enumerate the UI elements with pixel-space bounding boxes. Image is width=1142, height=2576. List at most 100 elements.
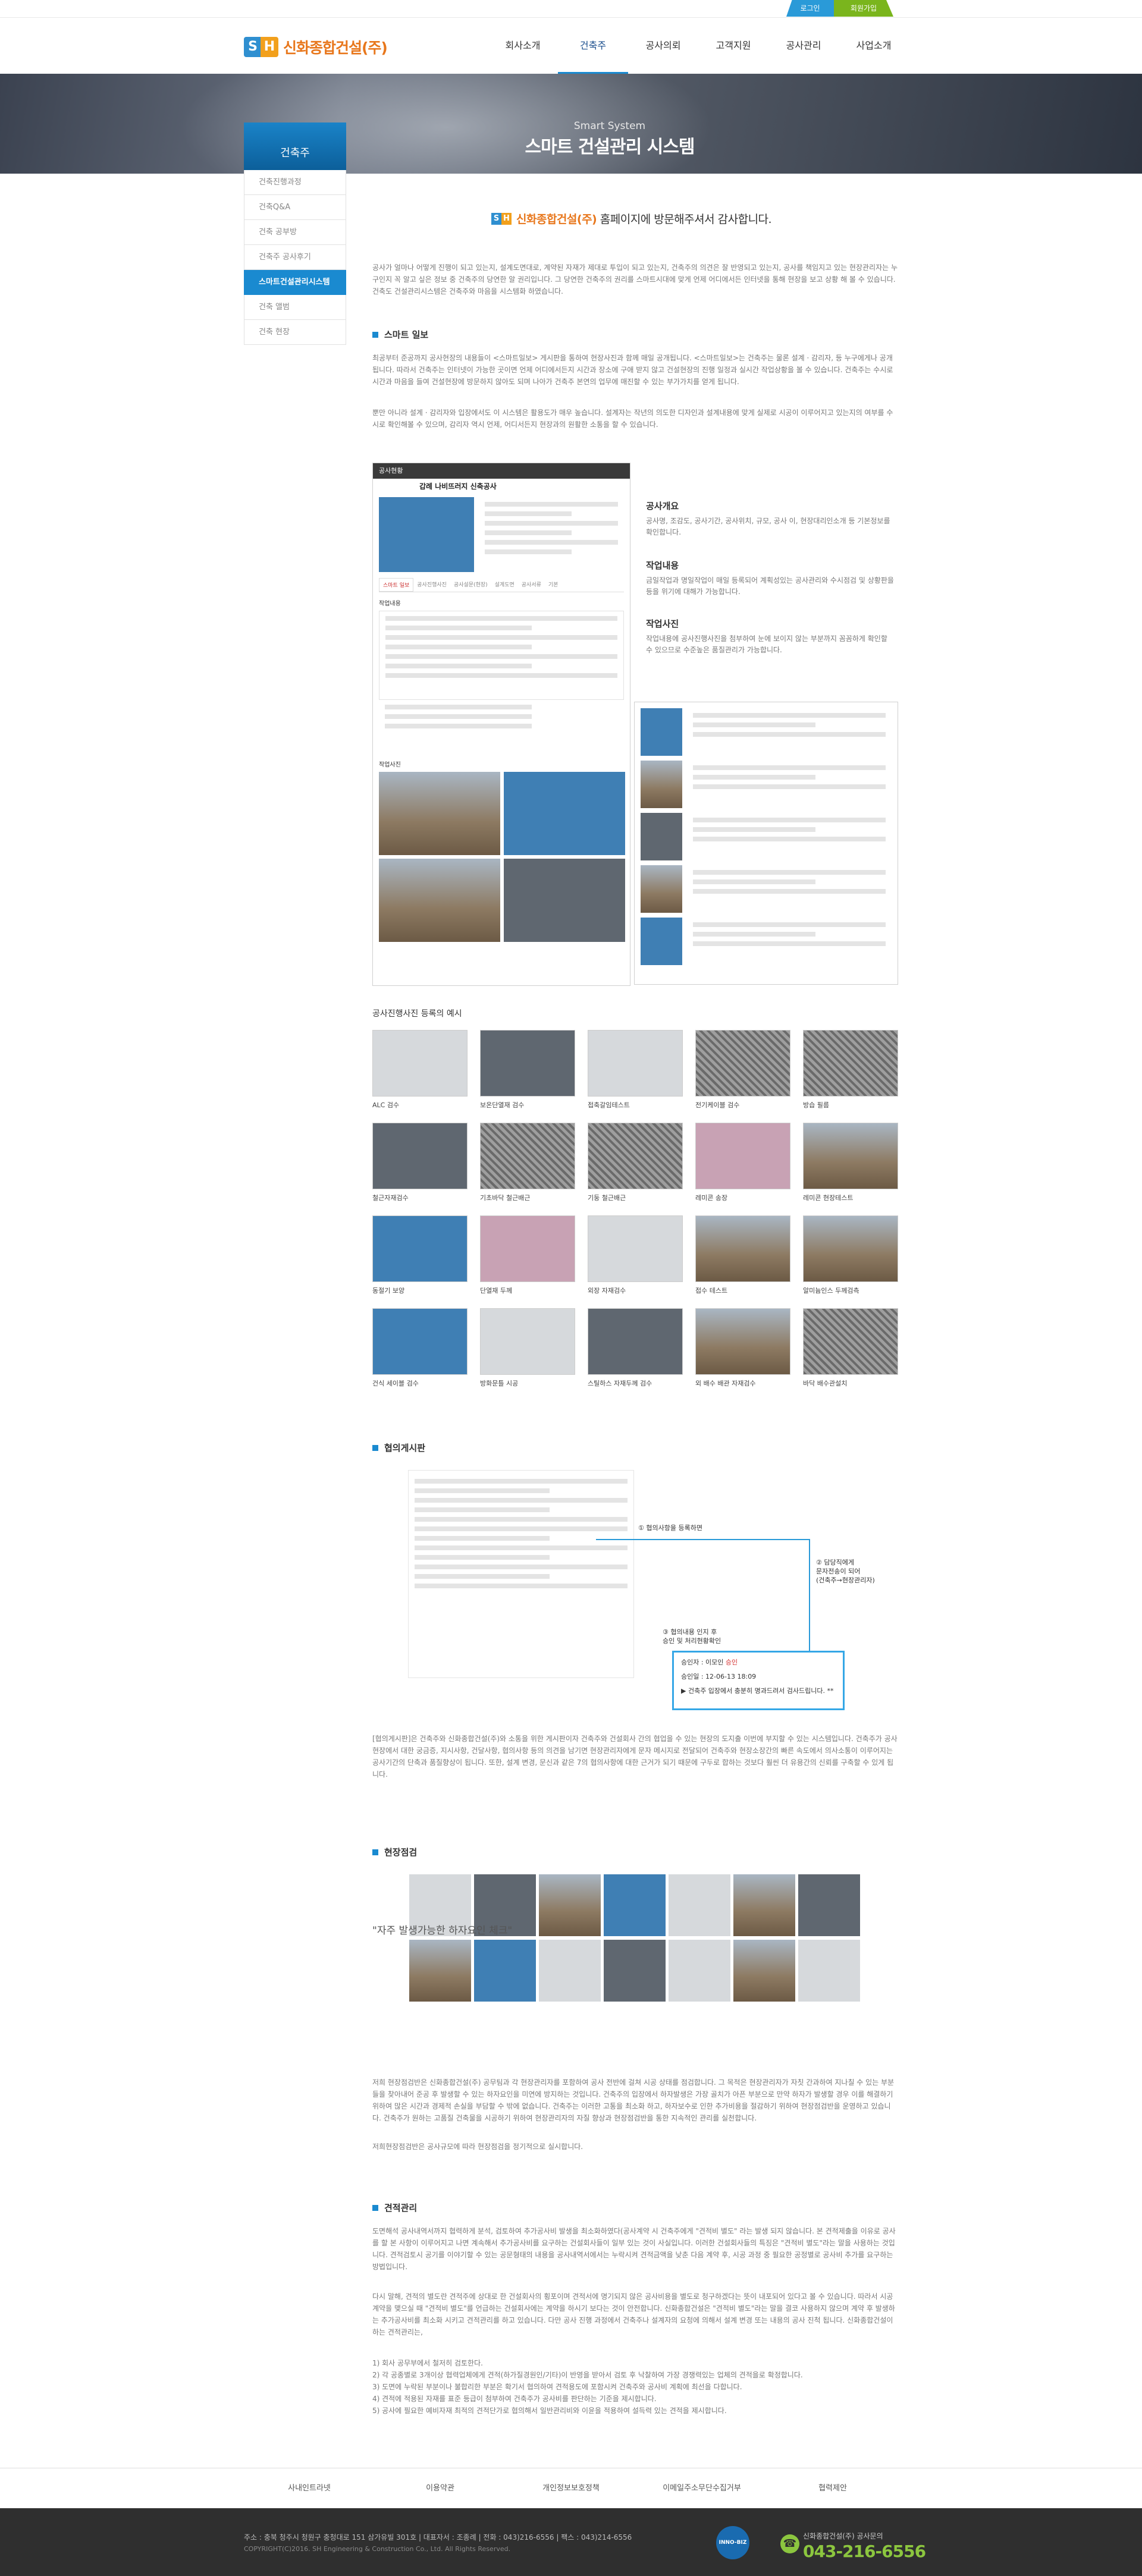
building-photo — [379, 497, 474, 572]
smart-ilbo-paragraph-2: 뿐만 아니라 설계 · 감리자와 입장에서도 이 시스템은 활용도가 매우 높습… — [372, 409, 893, 429]
nav-item-business[interactable]: 사업소개 — [839, 18, 909, 74]
sidebar-item-study[interactable]: 건축 공부방 — [244, 220, 346, 245]
section-title-text: 견적관리 — [384, 2203, 418, 2213]
small-logo-s: S — [491, 212, 501, 225]
inspection-photo — [539, 1874, 601, 1936]
board-line — [415, 1488, 550, 1493]
footer-link-terms[interactable]: 이용약관 — [375, 2468, 506, 2509]
photo-example-caption: 단열재 두께 — [480, 1287, 513, 1295]
consult-step-2-a: ② 담당직에게 — [816, 1559, 854, 1566]
photo-example-item: 철근자재검수 — [372, 1123, 468, 1202]
photo-example-image — [588, 1215, 683, 1282]
nav-item-owner[interactable]: 건축주 — [558, 18, 628, 74]
photo-example-item: 레미콘 현장테스트 — [803, 1123, 898, 1202]
top-utility-bar: 로그인 회원가입 — [0, 0, 1142, 18]
photo-example-title: 공사진행사진 등록의 예시 — [372, 1009, 462, 1019]
sidebar-item-smart-system[interactable]: 스마트건설관리시스템 — [244, 270, 346, 295]
nav-item-request[interactable]: 공사의뢰 — [628, 18, 698, 74]
section-title-inspect: 현장점검 — [372, 1846, 417, 1858]
photo-example-caption: 보온단열재 검수 — [480, 1101, 525, 1109]
report-notes — [379, 705, 624, 756]
inspection-photo — [733, 1874, 795, 1936]
inspection-photo — [669, 1874, 730, 1936]
report-tab[interactable]: 공사설문(현장) — [450, 578, 491, 592]
inspection-photo — [604, 1874, 666, 1936]
report-tab[interactable]: 공사진행사진 — [413, 578, 450, 592]
inspection-paragraph-1: 저희 현장점검반은 신화종합건설(주) 공무팀과 각 현장관리자를 포함하여 공… — [372, 2078, 895, 2122]
footer-link-privacy[interactable]: 개인정보보호정책 — [506, 2468, 636, 2509]
section-title-cost: 견적관리 — [372, 2201, 417, 2214]
report-tab[interactable]: 기본 — [545, 578, 562, 592]
info-overview-text: 공사명, 조감도, 공사기간, 공사위치, 규모, 공사 이, 현장대리인소개 … — [646, 517, 890, 536]
info-work-text: 금일작업과 명일작업이 매일 등록되어 계획성있는 공사관리와 수시점검 및 상… — [646, 576, 894, 596]
footer-link-partnership[interactable]: 협력제안 — [767, 2468, 898, 2509]
photo-list-screenshot — [634, 702, 898, 985]
report-tab[interactable]: 설계도면 — [491, 578, 518, 592]
sidebar-item-qna[interactable]: 건축Q&A — [244, 195, 346, 220]
top-bar-background — [0, 0, 1142, 18]
board-line — [415, 1574, 550, 1579]
site-photo — [504, 859, 625, 942]
consult-step-2: ② 담당직에게 문자전송이 되어 (건축주→현장관리자) — [816, 1558, 875, 1585]
photo-example-image — [480, 1123, 575, 1189]
inspection-photo — [798, 1874, 860, 1936]
cost-list-item: 3) 도면에 누락된 부분이나 불합리한 부분은 확기서 협의하여 견적용도에 … — [372, 2383, 742, 2391]
nav-item-company[interactable]: 회사소개 — [488, 18, 558, 74]
approval-date: 승인일 : 12-06-13 18:09 — [681, 1673, 757, 1680]
list-line — [693, 870, 886, 875]
banner-subtitle: Smart System — [573, 120, 646, 132]
table-line — [385, 616, 617, 621]
logo-mark-h: H — [261, 37, 278, 57]
board-line — [415, 1479, 628, 1484]
cost-paragraph-2: 다시 말해, 견적의 별도란 견적주에 상대로 한 건설회사의 횡포이며 견적서… — [372, 2292, 895, 2336]
smart-ilbo-paragraph-1: 최공부터 준공까지 공사현장의 내용들이 <스마트일보> 게시판을 통하여 현장… — [372, 354, 893, 386]
sidebar-item-site[interactable]: 건축 현장 — [244, 320, 346, 345]
section-title-consult: 협의게시판 — [372, 1441, 425, 1454]
photo-example-item: 외장 자재검수 — [588, 1215, 683, 1295]
bullet-square-icon — [372, 331, 378, 338]
bullet-square-icon — [372, 1849, 378, 1855]
footer-link-email-policy[interactable]: 이메일주소무단수집거부 — [636, 2468, 767, 2509]
sidebar-title: 건축주 — [244, 122, 346, 170]
footer-link-intranet[interactable]: 사내인트라넷 — [244, 2468, 375, 2509]
cost-list: 1) 회사 공무부에서 철저히 검토한다. 2) 각 공종별로 3개이상 협력업… — [372, 2357, 898, 2417]
join-button[interactable]: 회원가입 — [834, 0, 893, 17]
list-line — [693, 889, 886, 894]
photo-example-item: 바닥 배수관설치 — [803, 1308, 898, 1387]
table-line — [385, 654, 617, 659]
main-navigation: 회사소개 건축주 공사의뢰 고객지원 공사관리 사업소개 — [488, 18, 909, 74]
list-line — [693, 784, 886, 789]
list-thumb — [641, 865, 682, 913]
nav-item-management[interactable]: 공사관리 — [768, 18, 839, 74]
banner-title: 스마트 건설관리 시스템 — [525, 137, 695, 158]
photo-example-image — [803, 1030, 898, 1097]
photo-example-image — [480, 1215, 575, 1282]
greeting: S H 신화종합건설(주) 홈페이지에 방문해주셔서 감사합니다. — [491, 211, 772, 227]
approval-box: 승인자 : 이모인 승인 승인일 : 12-06-13 18:09 ▶ 건축주 … — [672, 1651, 845, 1710]
sidebar-item-album[interactable]: 건축 앨범 — [244, 295, 346, 320]
board-line — [415, 1507, 550, 1512]
innobiz-badge-icon: INNO-BIZ — [716, 2526, 749, 2559]
report-tab[interactable]: 스마트 일보 — [379, 578, 414, 592]
consult-step-3: ③ 협의내용 인지 후 승인 및 처리현황확인 — [663, 1628, 721, 1645]
list-line — [693, 732, 886, 737]
info-line — [485, 502, 618, 507]
inspection-photo — [733, 1940, 795, 2002]
inspection-photo-grid — [409, 1874, 861, 2002]
site-photo — [379, 772, 500, 855]
login-button[interactable]: 로그인 — [786, 0, 834, 17]
nav-item-support[interactable]: 고객지원 — [698, 18, 768, 74]
call-label: 신화종합건설(주) 공사문의 — [803, 2532, 883, 2540]
sidebar-item-process[interactable]: 건축진행과정 — [244, 170, 346, 195]
photo-example-item: 외 배수 배관 자재검수 — [695, 1308, 790, 1387]
inspection-photo — [474, 1940, 536, 2002]
company-logo[interactable]: S H 신화종합건설(주) — [244, 36, 388, 58]
photo-example-item: 기둥 철근배근 — [588, 1123, 683, 1202]
footer: 주소 : 충북 청주시 청원구 충청대로 151 삼가유빌 301호 | 대표자… — [0, 2508, 1142, 2576]
board-line — [415, 1565, 628, 1569]
report-tab[interactable]: 공사서류 — [518, 578, 545, 592]
list-line — [693, 775, 816, 780]
info-work: 작업내용 금일작업과 명일작업이 매일 등록되어 계획성있는 공사관리와 수시점… — [646, 559, 896, 598]
sidebar-item-reviews[interactable]: 건축주 공사후기 — [244, 245, 346, 270]
photo-example-image — [588, 1308, 683, 1375]
